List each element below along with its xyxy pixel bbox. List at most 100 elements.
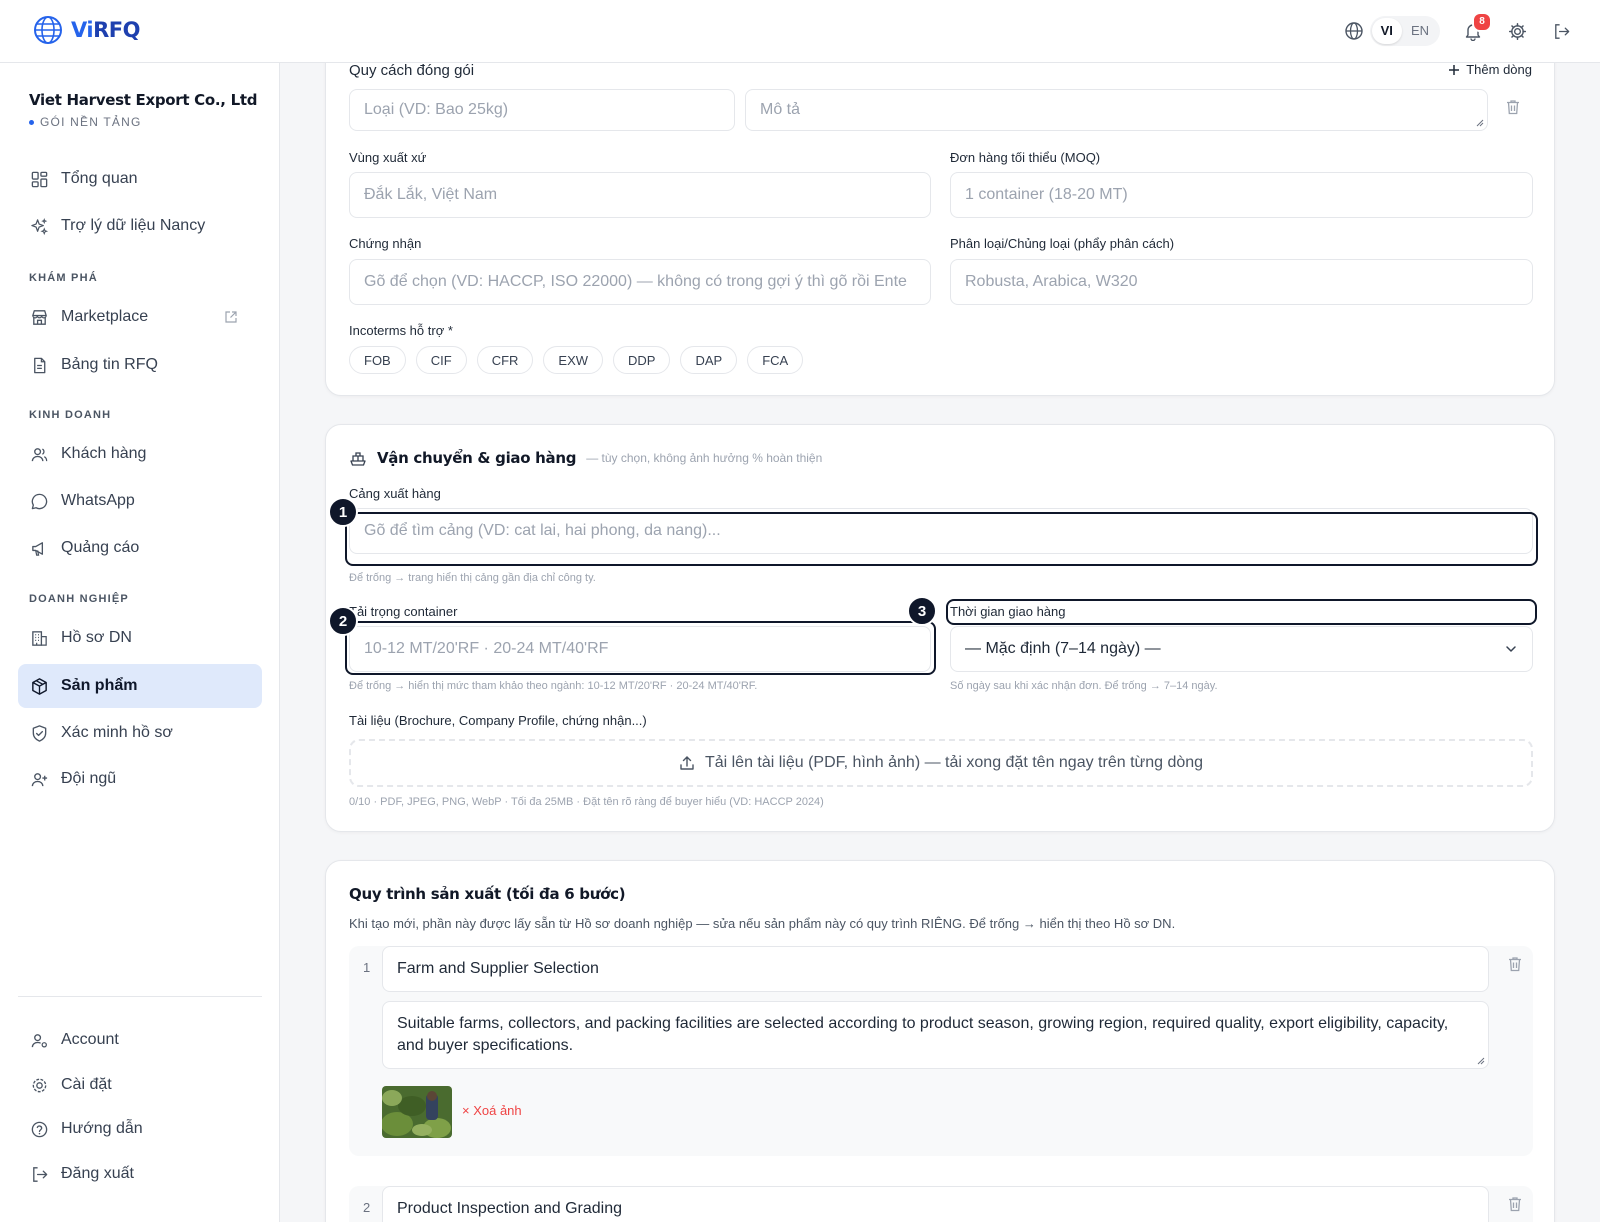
delivery-selected-value: — Mặc định (7–14 ngày) —: [965, 640, 1161, 657]
store-icon: [32, 309, 47, 325]
grade-input[interactable]: Robusta, Arabica, W320: [950, 259, 1533, 305]
upload-text: Tải lên tài liệu (PDF, hình ảnh) — tải x…: [704, 754, 1204, 771]
sidebar-item-products[interactable]: Sản phẩm: [18, 664, 262, 708]
sidebar-item-overview[interactable]: Tổng quan: [18, 157, 262, 201]
cert-input[interactable]: Gõ để chọn (VD: HACCP, ISO 22000) — khôn…: [349, 259, 931, 305]
process-card: Quy trình sản xuất (tối đa 6 bước) Khi t…: [325, 860, 1555, 1222]
logout-header-button[interactable]: [1550, 20, 1572, 42]
sidebar-item-settings[interactable]: Cài đặt: [18, 1063, 262, 1107]
port-hint: Để trống → trang hiển thị cảng gần địa c…: [349, 572, 596, 584]
globe-logo-icon: [34, 16, 62, 44]
logo[interactable]: ViRFQ: [33, 15, 140, 45]
step-title-input[interactable]: Product Inspection and Grading: [382, 1186, 1489, 1222]
trash-icon[interactable]: [1504, 98, 1522, 116]
moq-label: Đơn hàng tối thiểu (MOQ): [950, 150, 1101, 165]
external-link-icon: [225, 311, 237, 323]
packaging-type-input[interactable]: Loại (VD: Bao 25kg): [349, 89, 735, 131]
marker-1: 1: [328, 497, 358, 527]
sidebar-label: Đăng xuất: [61, 1165, 134, 1182]
gear-icon: [1508, 22, 1526, 40]
origin-label: Vùng xuất xứ: [349, 150, 427, 165]
megaphone-icon: [32, 541, 44, 556]
add-row-label: Thêm dòng: [1466, 62, 1532, 77]
chevron-down-icon: [1506, 646, 1516, 652]
incoterm-chip-dap[interactable]: DAP: [680, 346, 738, 374]
step-image-thumbnail: [382, 1086, 452, 1138]
section-explore: KHÁM PHÁ: [29, 272, 98, 284]
language-toggle: VI EN: [1369, 16, 1440, 46]
trash-icon[interactable]: [1506, 955, 1524, 973]
shipping-card: Vận chuyển & giao hàng — tùy chọn, không…: [325, 424, 1555, 832]
logo-text: ViRFQ: [71, 18, 140, 42]
incoterm-chip-fca[interactable]: FCA: [747, 346, 804, 374]
plan-label: GÓI NỀN TẢNG: [29, 115, 257, 129]
resize-handle-icon: [1477, 1057, 1485, 1065]
lang-vi-button[interactable]: VI: [1371, 18, 1402, 44]
sparkles-icon: [31, 217, 49, 235]
origin-input[interactable]: Đắk Lắk, Việt Nam: [349, 172, 931, 218]
section-business: KINH DOANH: [29, 409, 112, 421]
incoterm-chip-fob[interactable]: FOB: [349, 346, 406, 374]
moq-input[interactable]: 1 container (18-20 MT): [950, 172, 1533, 218]
gear-icon: [32, 1078, 47, 1092]
sidebar-label: WhatsApp: [61, 492, 135, 509]
upload-dropzone[interactable]: Tải lên tài liệu (PDF, hình ảnh) — tải x…: [349, 739, 1533, 787]
plan-dot: [29, 119, 34, 125]
container-input[interactable]: 10-12 MT/20'RF · 20-24 MT/40'RF: [349, 626, 931, 672]
ship-icon: [350, 452, 366, 466]
logo-suffix: RFQ: [93, 18, 140, 42]
docs-label: Tài liệu (Brochure, Company Profile, chứ…: [349, 713, 647, 728]
packaging-desc-input[interactable]: Mô tả: [745, 89, 1488, 131]
sidebar-item-guide[interactable]: Hướng dẫn: [18, 1107, 262, 1151]
step-number: 2: [363, 1200, 371, 1215]
step-title-input[interactable]: Farm and Supplier Selection: [382, 946, 1489, 992]
incoterm-chip-cif[interactable]: CIF: [415, 346, 467, 374]
remove-image-button[interactable]: × Xoá ảnh: [462, 1103, 522, 1118]
process-description: Khi tạo mới, phần này được lấy sẵn từ Hồ…: [349, 916, 1176, 931]
delivery-select[interactable]: — Mặc định (7–14 ngày) —: [950, 626, 1533, 672]
sidebar-item-customers[interactable]: Khách hàng: [18, 432, 262, 476]
incoterm-chip-cfr[interactable]: CFR: [476, 346, 534, 374]
sidebar-label: Account: [61, 1031, 119, 1048]
logout-icon: [1554, 23, 1569, 39]
grade-label: Phân loại/Chủng loại (phẩy phân cách): [950, 236, 1175, 251]
sidebar-divider: [18, 996, 262, 997]
sidebar-label: Khách hàng: [61, 445, 147, 462]
marker-2: 2: [328, 606, 358, 636]
port-input[interactable]: Gõ để tìm cảng (VD: cat lai, hai phong, …: [349, 508, 1533, 554]
sidebar-item-logout[interactable]: Đăng xuất: [18, 1152, 262, 1196]
sidebar-item-account[interactable]: Account: [18, 1018, 262, 1062]
shipping-header: Vận chuyển & giao hàng — tùy chọn, không…: [349, 449, 822, 467]
delivery-hint: Số ngày sau khi xác nhận đơn. Để trống →…: [950, 680, 1218, 692]
sidebar-item-verify[interactable]: Xác minh hồ sơ: [18, 711, 262, 755]
packaging-label: Quy cách đóng gói: [349, 62, 475, 79]
resize-handle-icon: [1476, 119, 1484, 127]
incoterm-chip-ddp[interactable]: DDP: [613, 346, 671, 374]
sidebar-item-rfq-board[interactable]: Bảng tin RFQ: [18, 343, 262, 387]
delivery-label: Thời gian giao hàng: [950, 604, 1066, 619]
incoterms-label: Incoterms hỗ trợ *: [349, 323, 453, 338]
globe-icon: [1344, 22, 1363, 40]
step-description-textarea[interactable]: Suitable farms, collectors, and packing …: [382, 1001, 1489, 1069]
add-row-button[interactable]: Thêm dòng: [1448, 62, 1532, 77]
incoterm-chip-exw[interactable]: EXW: [543, 346, 604, 374]
trash-icon[interactable]: [1506, 1195, 1524, 1213]
container-hint: Để trống → hiển thị mức tham khảo theo n…: [349, 680, 758, 692]
section-enterprise: DOANH NGHIỆP: [29, 593, 129, 605]
sidebar-item-whatsapp[interactable]: WhatsApp: [18, 479, 262, 523]
docs-hint: 0/10 · PDF, JPEG, PNG, WebP · Tối đa 25M…: [349, 796, 824, 808]
step-description-text: Suitable farms, collectors, and packing …: [397, 1015, 1449, 1054]
settings-button[interactable]: [1506, 20, 1528, 42]
notifications-button[interactable]: 8: [1462, 12, 1492, 42]
sidebar-item-team[interactable]: Đội ngũ: [18, 757, 262, 801]
sidebar-item-company-profile[interactable]: Hồ sơ DN: [18, 616, 262, 660]
sidebar-label: Cài đặt: [61, 1076, 112, 1093]
sidebar-item-assistant[interactable]: Trợ lý dữ liệu Nancy: [18, 204, 262, 248]
chat-bubble-icon: [31, 493, 48, 509]
sidebar-item-marketplace[interactable]: Marketplace: [18, 295, 262, 339]
logout-icon: [33, 1166, 48, 1182]
container-label: Tải trọng container: [349, 604, 458, 619]
sidebar-item-ads[interactable]: Quảng cáo: [18, 526, 262, 570]
process-step-1: 1 Farm and Supplier Selection Suitable f…: [349, 946, 1533, 1156]
lang-en-button[interactable]: EN: [1402, 18, 1438, 44]
